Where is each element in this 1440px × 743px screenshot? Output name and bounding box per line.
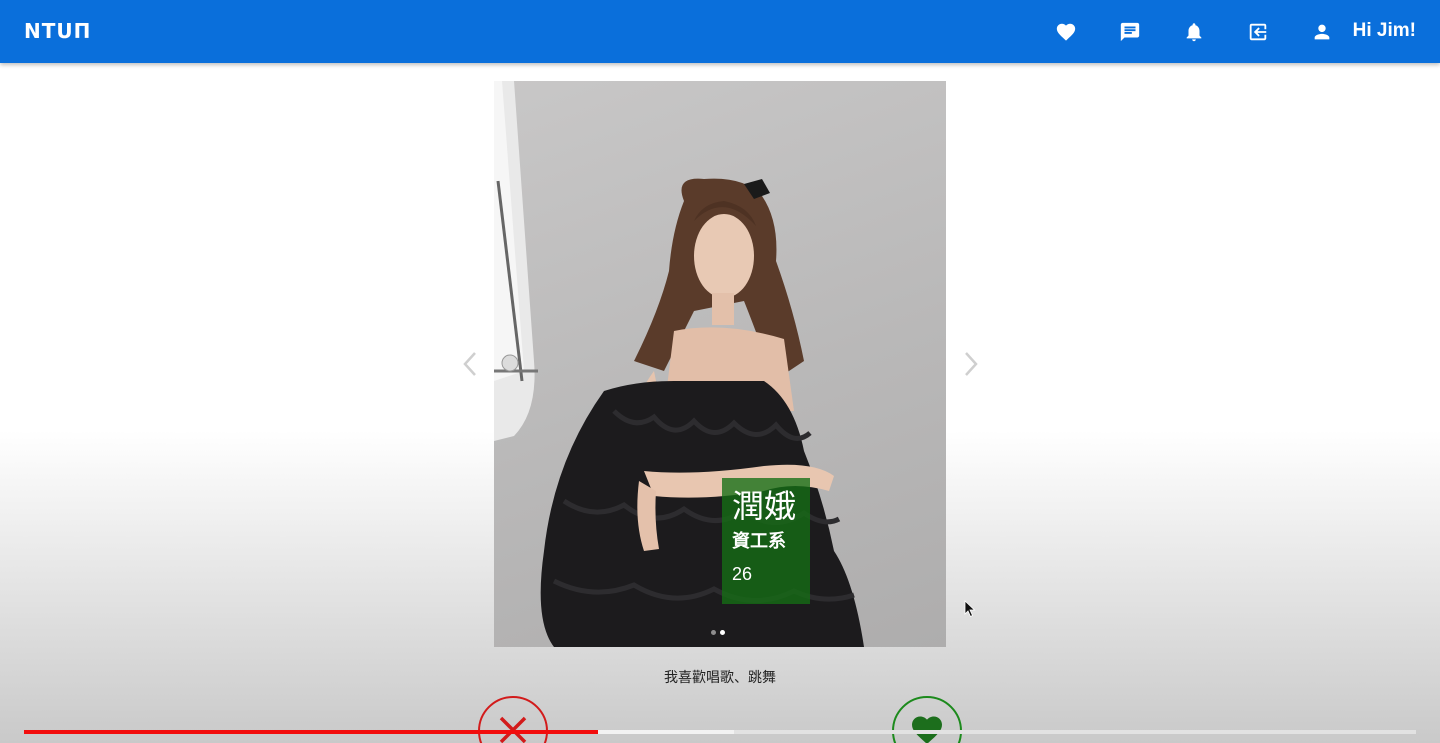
user-icon[interactable]	[1310, 20, 1334, 44]
carousel-dot[interactable]	[711, 630, 716, 635]
chevron-left-icon	[463, 352, 476, 376]
user-greeting[interactable]: Hi Jim!	[1353, 20, 1416, 42]
video-progress-bar[interactable]	[24, 730, 1416, 734]
dislike-button[interactable]	[478, 696, 548, 743]
carousel-indicators	[711, 630, 725, 635]
profile-photo-image	[494, 81, 864, 647]
top-navbar: NTUΠ Hi Jim!	[0, 0, 1440, 63]
profile-age: 26	[732, 564, 753, 584]
mouse-cursor-icon	[964, 600, 976, 618]
profile-info-box: 潤娥 資工系 26	[722, 478, 810, 604]
profile-name: 潤娥	[732, 487, 797, 525]
logout-icon[interactable]	[1246, 20, 1270, 44]
heart-icon[interactable]	[1054, 20, 1078, 44]
carousel-prev-button[interactable]	[455, 346, 485, 382]
profile-bio: 我喜歡唱歌、跳舞	[664, 670, 776, 686]
video-played-bar	[24, 730, 598, 734]
app-logo[interactable]: NTUΠ	[24, 19, 91, 43]
chevron-right-icon	[965, 352, 978, 376]
profile-photo[interactable]: 潤娥 資工系 26	[494, 81, 946, 647]
chat-icon[interactable]	[1118, 20, 1142, 44]
bell-icon[interactable]	[1182, 20, 1206, 44]
like-button[interactable]	[892, 696, 962, 743]
close-icon	[499, 716, 527, 743]
carousel-dot-active[interactable]	[720, 630, 725, 635]
profile-department: 資工系	[732, 531, 786, 552]
heart-icon	[912, 716, 942, 743]
carousel-next-button[interactable]	[956, 346, 986, 382]
